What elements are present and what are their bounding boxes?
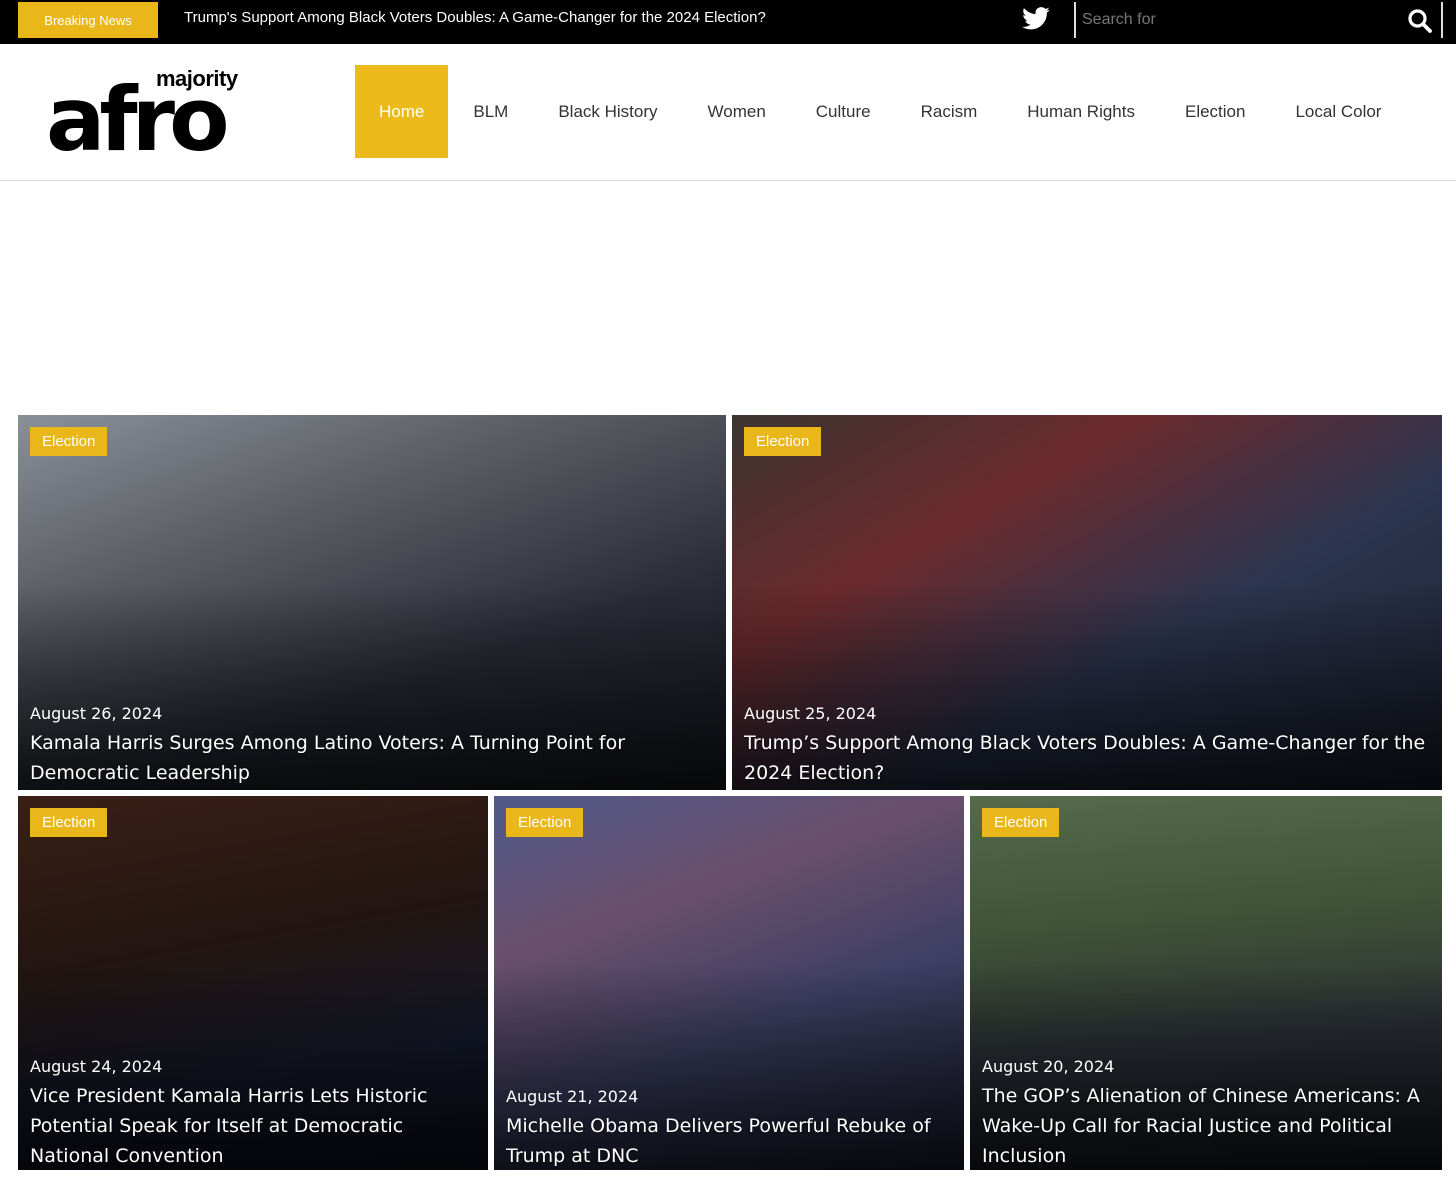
nav-item-home[interactable]: Home bbox=[355, 65, 449, 158]
article-date: August 26, 2024 bbox=[30, 704, 163, 723]
article-date: August 24, 2024 bbox=[30, 1057, 163, 1076]
top-bar: Breaking News Trump's Support Among Blac… bbox=[0, 0, 1456, 44]
nav-item-human-rights[interactable]: Human Rights bbox=[1002, 65, 1160, 158]
site-header: majority afro Home BLM Black History Wom… bbox=[0, 44, 1456, 181]
article-title[interactable]: Trump’s Support Among Black Voters Doubl… bbox=[744, 728, 1430, 788]
article-card[interactable]: Election August 20, 2024 The GOP’s Alien… bbox=[970, 796, 1442, 1170]
breaking-news-headline[interactable]: Trump's Support Among Black Voters Doubl… bbox=[184, 9, 766, 26]
logo-afro-text: afro bbox=[46, 68, 230, 171]
nav-item-local-color[interactable]: Local Color bbox=[1270, 65, 1406, 158]
article-card[interactable]: Election August 24, 2024 Vice President … bbox=[18, 796, 488, 1170]
twitter-icon[interactable] bbox=[1019, 4, 1053, 34]
search-input[interactable] bbox=[1082, 4, 1402, 36]
category-badge[interactable]: Election bbox=[506, 808, 584, 837]
nav-item-women[interactable]: Women bbox=[683, 65, 791, 158]
article-card[interactable]: Election August 25, 2024 Trump’s Support… bbox=[732, 415, 1442, 790]
site-logo[interactable]: majority afro bbox=[46, 62, 270, 170]
article-title[interactable]: Kamala Harris Surges Among Latino Voters… bbox=[30, 728, 714, 788]
search-divider bbox=[1074, 2, 1076, 38]
article-date: August 25, 2024 bbox=[744, 704, 877, 723]
article-date: August 20, 2024 bbox=[982, 1057, 1115, 1076]
article-title[interactable]: Michelle Obama Delivers Powerful Rebuke … bbox=[506, 1111, 952, 1170]
nav-item-racism[interactable]: Racism bbox=[896, 65, 1003, 158]
article-title[interactable]: Vice President Kamala Harris Lets Histor… bbox=[30, 1081, 476, 1170]
article-title[interactable]: The GOP’s Alienation of Chinese American… bbox=[982, 1081, 1430, 1170]
main-nav: Home BLM Black History Women Culture Rac… bbox=[355, 65, 1406, 158]
nav-item-election[interactable]: Election bbox=[1160, 65, 1270, 158]
article-card[interactable]: Election August 21, 2024 Michelle Obama … bbox=[494, 796, 964, 1170]
category-badge[interactable]: Election bbox=[30, 808, 108, 837]
search-icon[interactable] bbox=[1405, 6, 1435, 36]
nav-item-blm[interactable]: BLM bbox=[448, 65, 533, 158]
category-badge[interactable]: Election bbox=[744, 427, 822, 456]
nav-item-black-history[interactable]: Black History bbox=[533, 65, 682, 158]
category-badge[interactable]: Election bbox=[982, 808, 1060, 837]
article-date: August 21, 2024 bbox=[506, 1087, 639, 1106]
breaking-news-label: Breaking News bbox=[18, 2, 158, 38]
article-card[interactable]: Election August 26, 2024 Kamala Harris S… bbox=[18, 415, 726, 790]
category-badge[interactable]: Election bbox=[30, 427, 108, 456]
nav-item-culture[interactable]: Culture bbox=[791, 65, 896, 158]
topbar-right-divider bbox=[1441, 2, 1443, 38]
